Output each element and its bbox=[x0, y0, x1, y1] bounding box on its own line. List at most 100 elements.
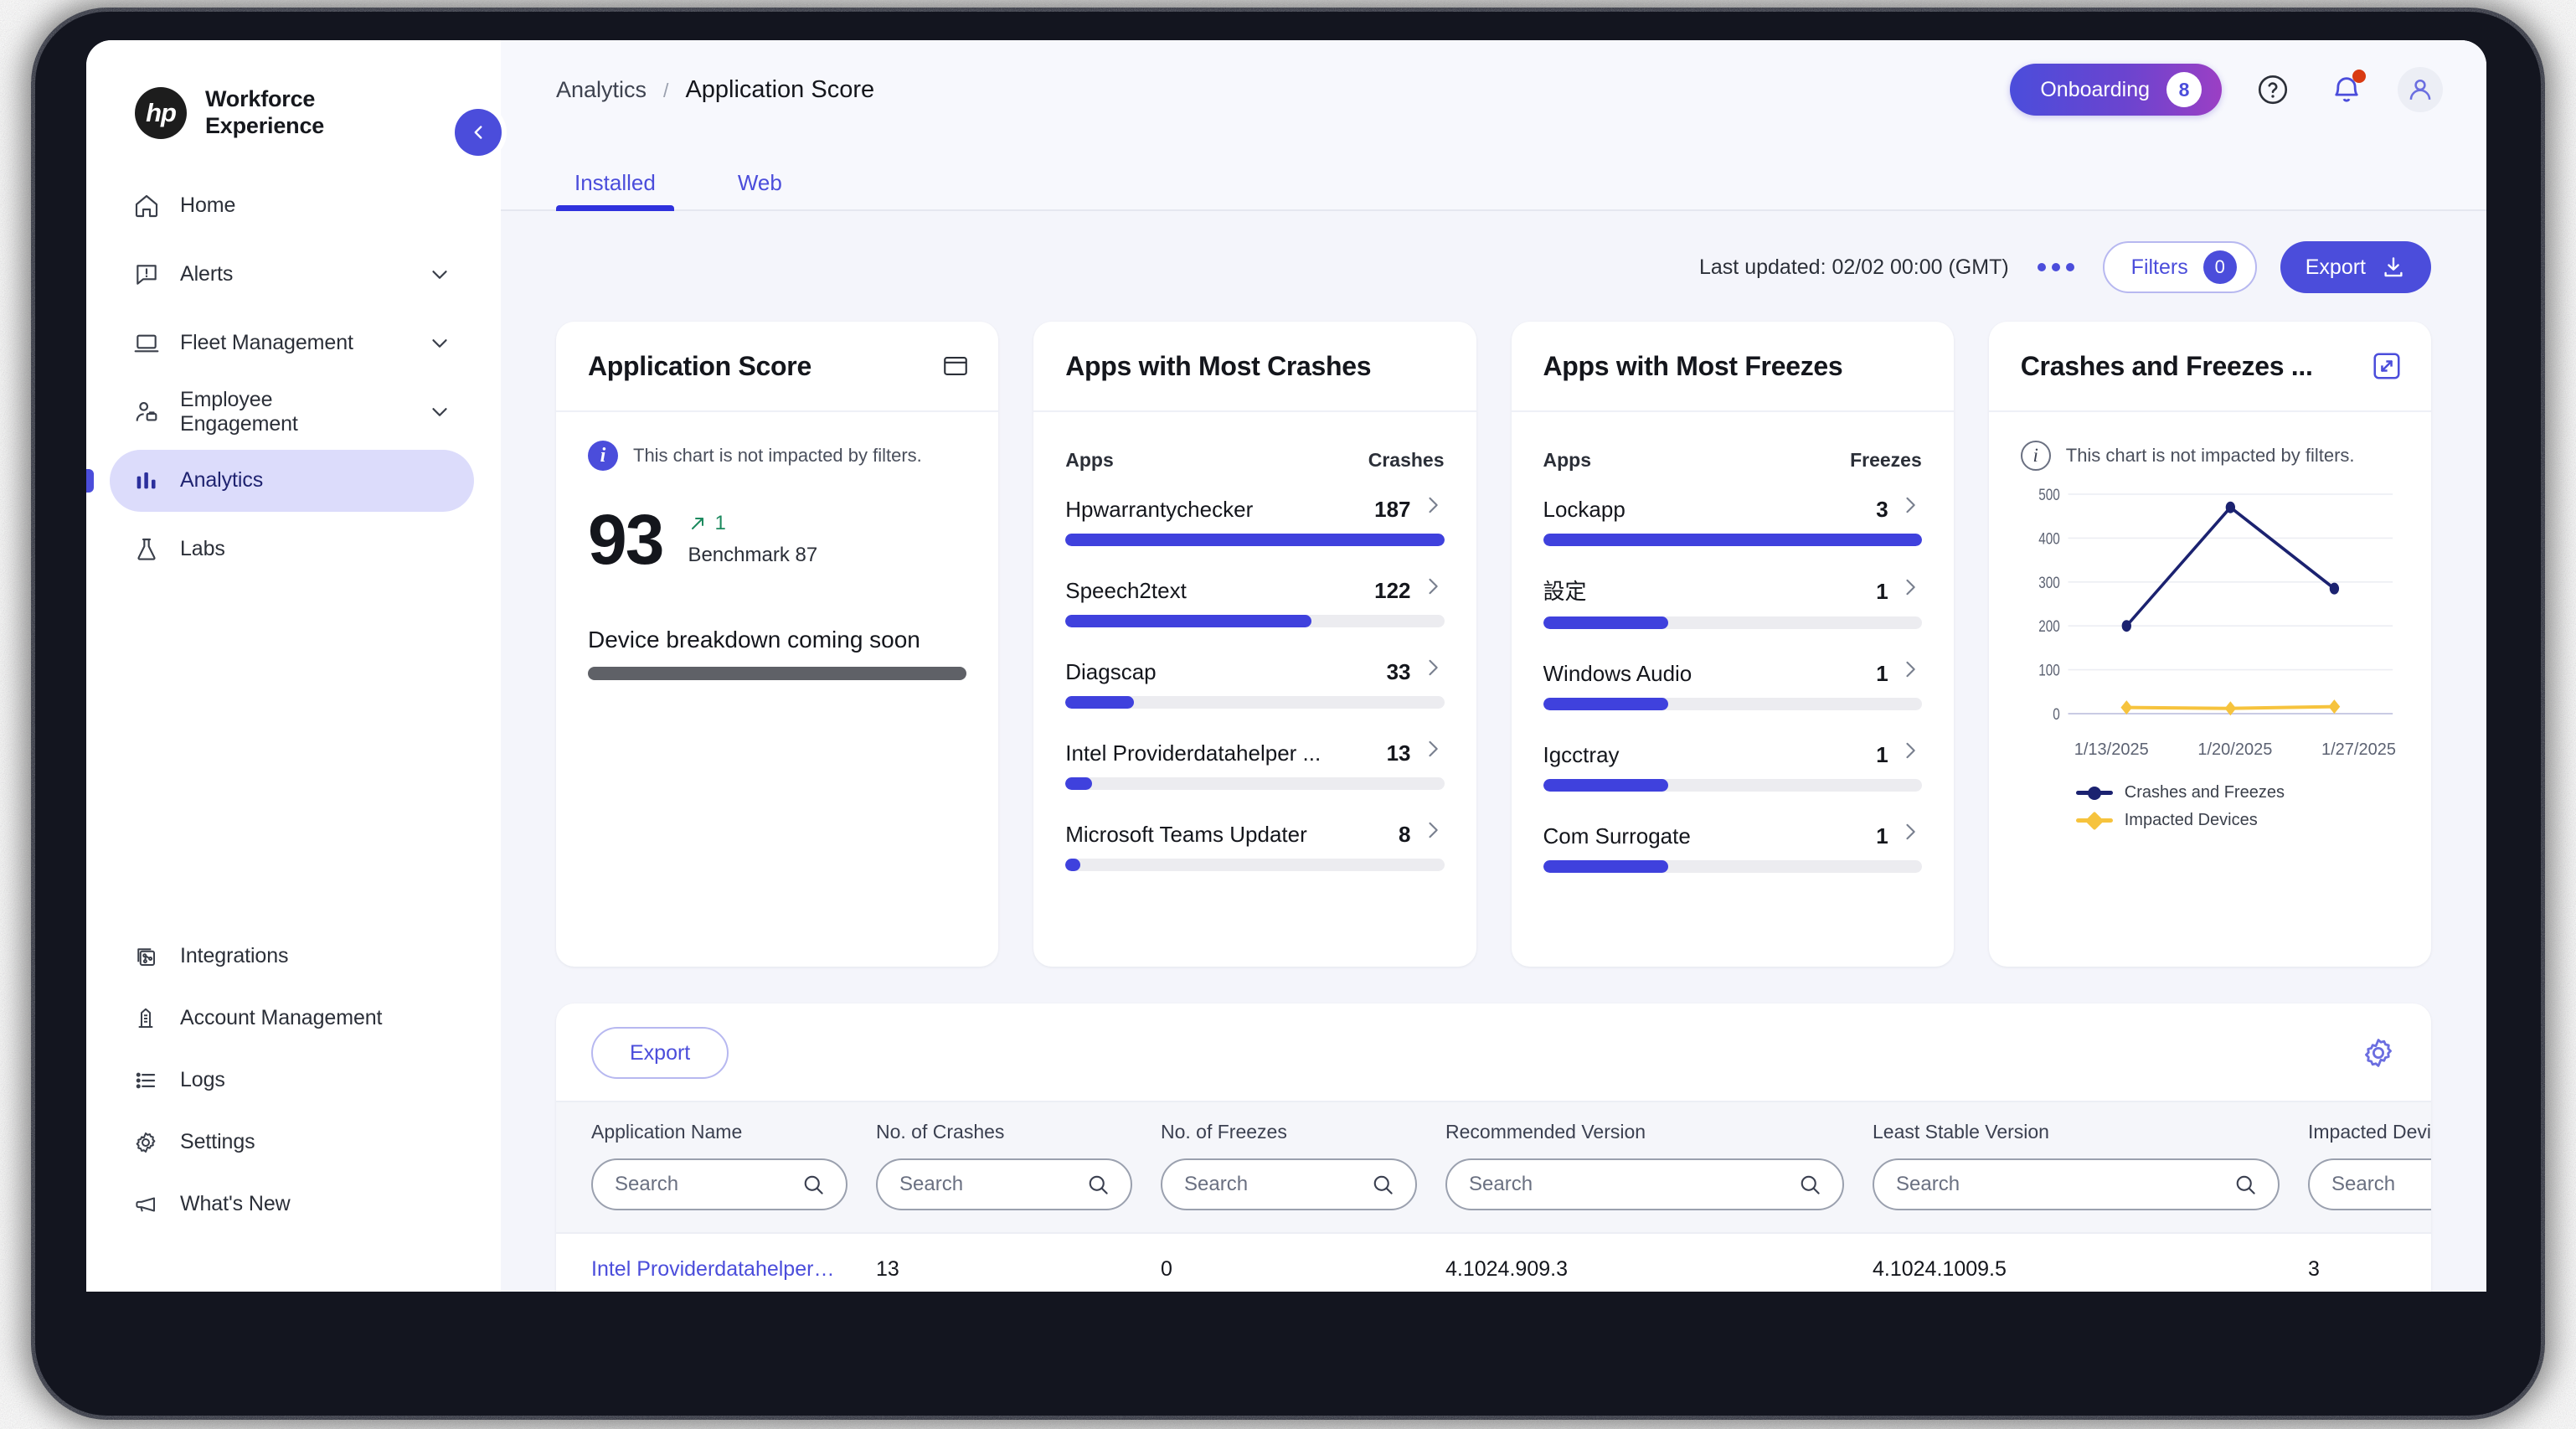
list-item[interactable]: Speech2text 122 bbox=[1065, 575, 1445, 627]
list-item-top: Windows Audio 1 bbox=[1543, 658, 1922, 687]
search-icon[interactable] bbox=[1085, 1172, 1110, 1197]
table-column-header[interactable]: No. of Crashes bbox=[876, 1121, 1161, 1143]
search-box[interactable] bbox=[591, 1158, 848, 1210]
sidebar-item-label: What's New bbox=[180, 1192, 291, 1216]
sidebar-item-home[interactable]: Home bbox=[110, 175, 474, 237]
chevron-right-icon[interactable] bbox=[1421, 737, 1445, 761]
avatar[interactable] bbox=[2398, 67, 2443, 112]
list-item-top: Hpwarrantychecker 187 bbox=[1065, 493, 1444, 523]
table-column-header[interactable]: Application Name bbox=[591, 1121, 876, 1143]
sidebar-item-integrations[interactable]: Integrations bbox=[110, 926, 474, 987]
table-column-header[interactable]: Least Stable Version bbox=[1873, 1121, 2308, 1143]
chevron-right-icon[interactable] bbox=[1899, 658, 1922, 681]
list-item-name: Microsoft Teams Updater bbox=[1065, 822, 1307, 847]
table-column-header[interactable]: Recommended Version bbox=[1445, 1121, 1873, 1143]
expand-icon[interactable] bbox=[2371, 350, 2403, 382]
breadcrumb-root[interactable]: Analytics bbox=[556, 77, 647, 103]
search-icon[interactable] bbox=[1797, 1172, 1822, 1197]
chevron-right-icon[interactable] bbox=[1421, 656, 1445, 679]
search-box[interactable] bbox=[1445, 1158, 1844, 1210]
hp-logo-icon: hp bbox=[135, 86, 187, 139]
sidebar-item-account-management[interactable]: Account Management bbox=[110, 988, 474, 1049]
filters-button[interactable]: Filters 0 bbox=[2102, 241, 2257, 293]
cell-recommended-version: 4.1024.909.3 bbox=[1445, 1257, 1568, 1281]
search-input[interactable] bbox=[615, 1173, 801, 1196]
search-icon[interactable] bbox=[801, 1172, 826, 1197]
window-icon[interactable] bbox=[941, 352, 970, 380]
chevron-down-icon[interactable] bbox=[427, 331, 452, 356]
search-box[interactable] bbox=[876, 1158, 1132, 1210]
user-icon bbox=[2409, 79, 2431, 100]
list-item[interactable]: Com Surrogate 1 bbox=[1543, 820, 1922, 873]
sidebar-collapse-button[interactable] bbox=[455, 109, 502, 156]
sidebar-item-employee-engagement[interactable]: Employee Engagement bbox=[110, 381, 474, 443]
search-box[interactable] bbox=[1161, 1158, 1417, 1210]
tab-web[interactable]: Web bbox=[719, 170, 801, 209]
onboarding-button[interactable]: Onboarding 8 bbox=[2010, 64, 2222, 116]
list-item-name: Diagscap bbox=[1065, 659, 1157, 684]
more-options-button[interactable] bbox=[2032, 263, 2079, 271]
search-icon[interactable] bbox=[2233, 1172, 2258, 1197]
export-button[interactable]: Export bbox=[2280, 241, 2431, 293]
card-title: Apps with Most Crashes bbox=[1065, 350, 1372, 381]
search-input[interactable] bbox=[1469, 1173, 1797, 1196]
table-column-header[interactable]: No. of Freezes bbox=[1161, 1121, 1445, 1143]
sidebar-item-labs[interactable]: Labs bbox=[110, 518, 474, 580]
sidebar-item-label: Fleet Management bbox=[180, 330, 353, 354]
search-input[interactable] bbox=[1184, 1173, 1370, 1196]
chevron-right-icon[interactable] bbox=[1421, 818, 1445, 842]
table-column-search-row bbox=[556, 1143, 2431, 1210]
chevron-right-icon[interactable] bbox=[1421, 575, 1445, 598]
chevron-down-icon[interactable] bbox=[427, 400, 452, 425]
table-row[interactable]: Intel Providerdatahelper… 13 0 4.1024.909.3… bbox=[556, 1232, 2431, 1292]
table-export-button[interactable]: Export bbox=[591, 1027, 729, 1079]
sidebar-item-analytics[interactable]: Analytics bbox=[110, 449, 474, 512]
brand[interactable]: hp Workforce Experience bbox=[86, 40, 501, 140]
sidebar-item-whats-new[interactable]: What's New bbox=[110, 1174, 474, 1235]
list-item-top: Diagscap 33 bbox=[1065, 656, 1444, 685]
sidebar-item-settings[interactable]: Settings bbox=[110, 1112, 474, 1173]
score-meta: 1 Benchmark 87 bbox=[688, 512, 817, 567]
cell-least-stable-version: 4.1024.1009.5 bbox=[1873, 1257, 2007, 1281]
search-input[interactable] bbox=[1896, 1173, 2233, 1196]
list-header-value: Freezes bbox=[1850, 449, 1922, 471]
sidebar-item-alerts[interactable]: Alerts bbox=[110, 244, 474, 306]
cell-application-name[interactable]: Intel Providerdatahelper… bbox=[591, 1257, 876, 1282]
notifications-button[interactable] bbox=[2324, 67, 2369, 112]
card-title: Crashes and Freezes ... bbox=[2020, 350, 2313, 381]
table-settings-gear-icon[interactable] bbox=[2361, 1035, 2396, 1070]
list-item[interactable]: Windows Audio 1 bbox=[1543, 658, 1922, 710]
info-icon: i bbox=[2020, 441, 2051, 471]
list-item-progress-bar bbox=[1065, 696, 1445, 709]
list-item[interactable]: Hpwarrantychecker 187 bbox=[1065, 493, 1445, 546]
search-input[interactable] bbox=[899, 1173, 1085, 1196]
list-item[interactable]: Lockapp 3 bbox=[1543, 493, 1922, 546]
table-column-header[interactable]: Impacted Devices bbox=[2308, 1121, 2431, 1143]
chevron-right-icon[interactable] bbox=[1899, 820, 1922, 843]
list-item[interactable]: Igcctray 1 bbox=[1543, 739, 1922, 792]
search-box[interactable] bbox=[1873, 1158, 2280, 1210]
chevron-right-icon[interactable] bbox=[1421, 493, 1445, 517]
legend-item[interactable]: Impacted Devices bbox=[2075, 811, 2399, 830]
search-box[interactable] bbox=[2308, 1158, 2431, 1210]
list-item[interactable]: Microsoft Teams Updater 8 bbox=[1065, 818, 1445, 871]
search-input[interactable] bbox=[2331, 1173, 2431, 1196]
chevron-right-icon[interactable] bbox=[1899, 493, 1922, 517]
list-item[interactable]: Intel Providerdatahelper ... 13 bbox=[1065, 737, 1445, 790]
list-item[interactable]: 設定 1 bbox=[1543, 575, 1922, 629]
card-header: Crashes and Freezes ... bbox=[1988, 322, 2431, 412]
search-icon[interactable] bbox=[1370, 1172, 1395, 1197]
chevron-down-icon[interactable] bbox=[427, 262, 452, 287]
sidebar-item-logs[interactable]: Logs bbox=[110, 1050, 474, 1111]
list-item-progress-bar bbox=[1065, 777, 1445, 790]
chevron-right-icon[interactable] bbox=[1899, 575, 1922, 599]
list-item[interactable]: Diagscap 33 bbox=[1065, 656, 1445, 709]
legend-item[interactable]: Crashes and Freezes bbox=[2075, 783, 2399, 802]
help-button[interactable] bbox=[2250, 67, 2295, 112]
top-bar-actions: Onboarding 8 bbox=[2010, 64, 2443, 116]
tab-installed[interactable]: Installed bbox=[556, 170, 674, 211]
chevron-right-icon[interactable] bbox=[1899, 739, 1922, 762]
table-header: Application Name No. of Crashes No. of Fre… bbox=[556, 1101, 2431, 1232]
sidebar-item-fleet-management[interactable]: Fleet Management bbox=[110, 312, 474, 374]
list-item-progress-bar bbox=[1543, 698, 1922, 710]
